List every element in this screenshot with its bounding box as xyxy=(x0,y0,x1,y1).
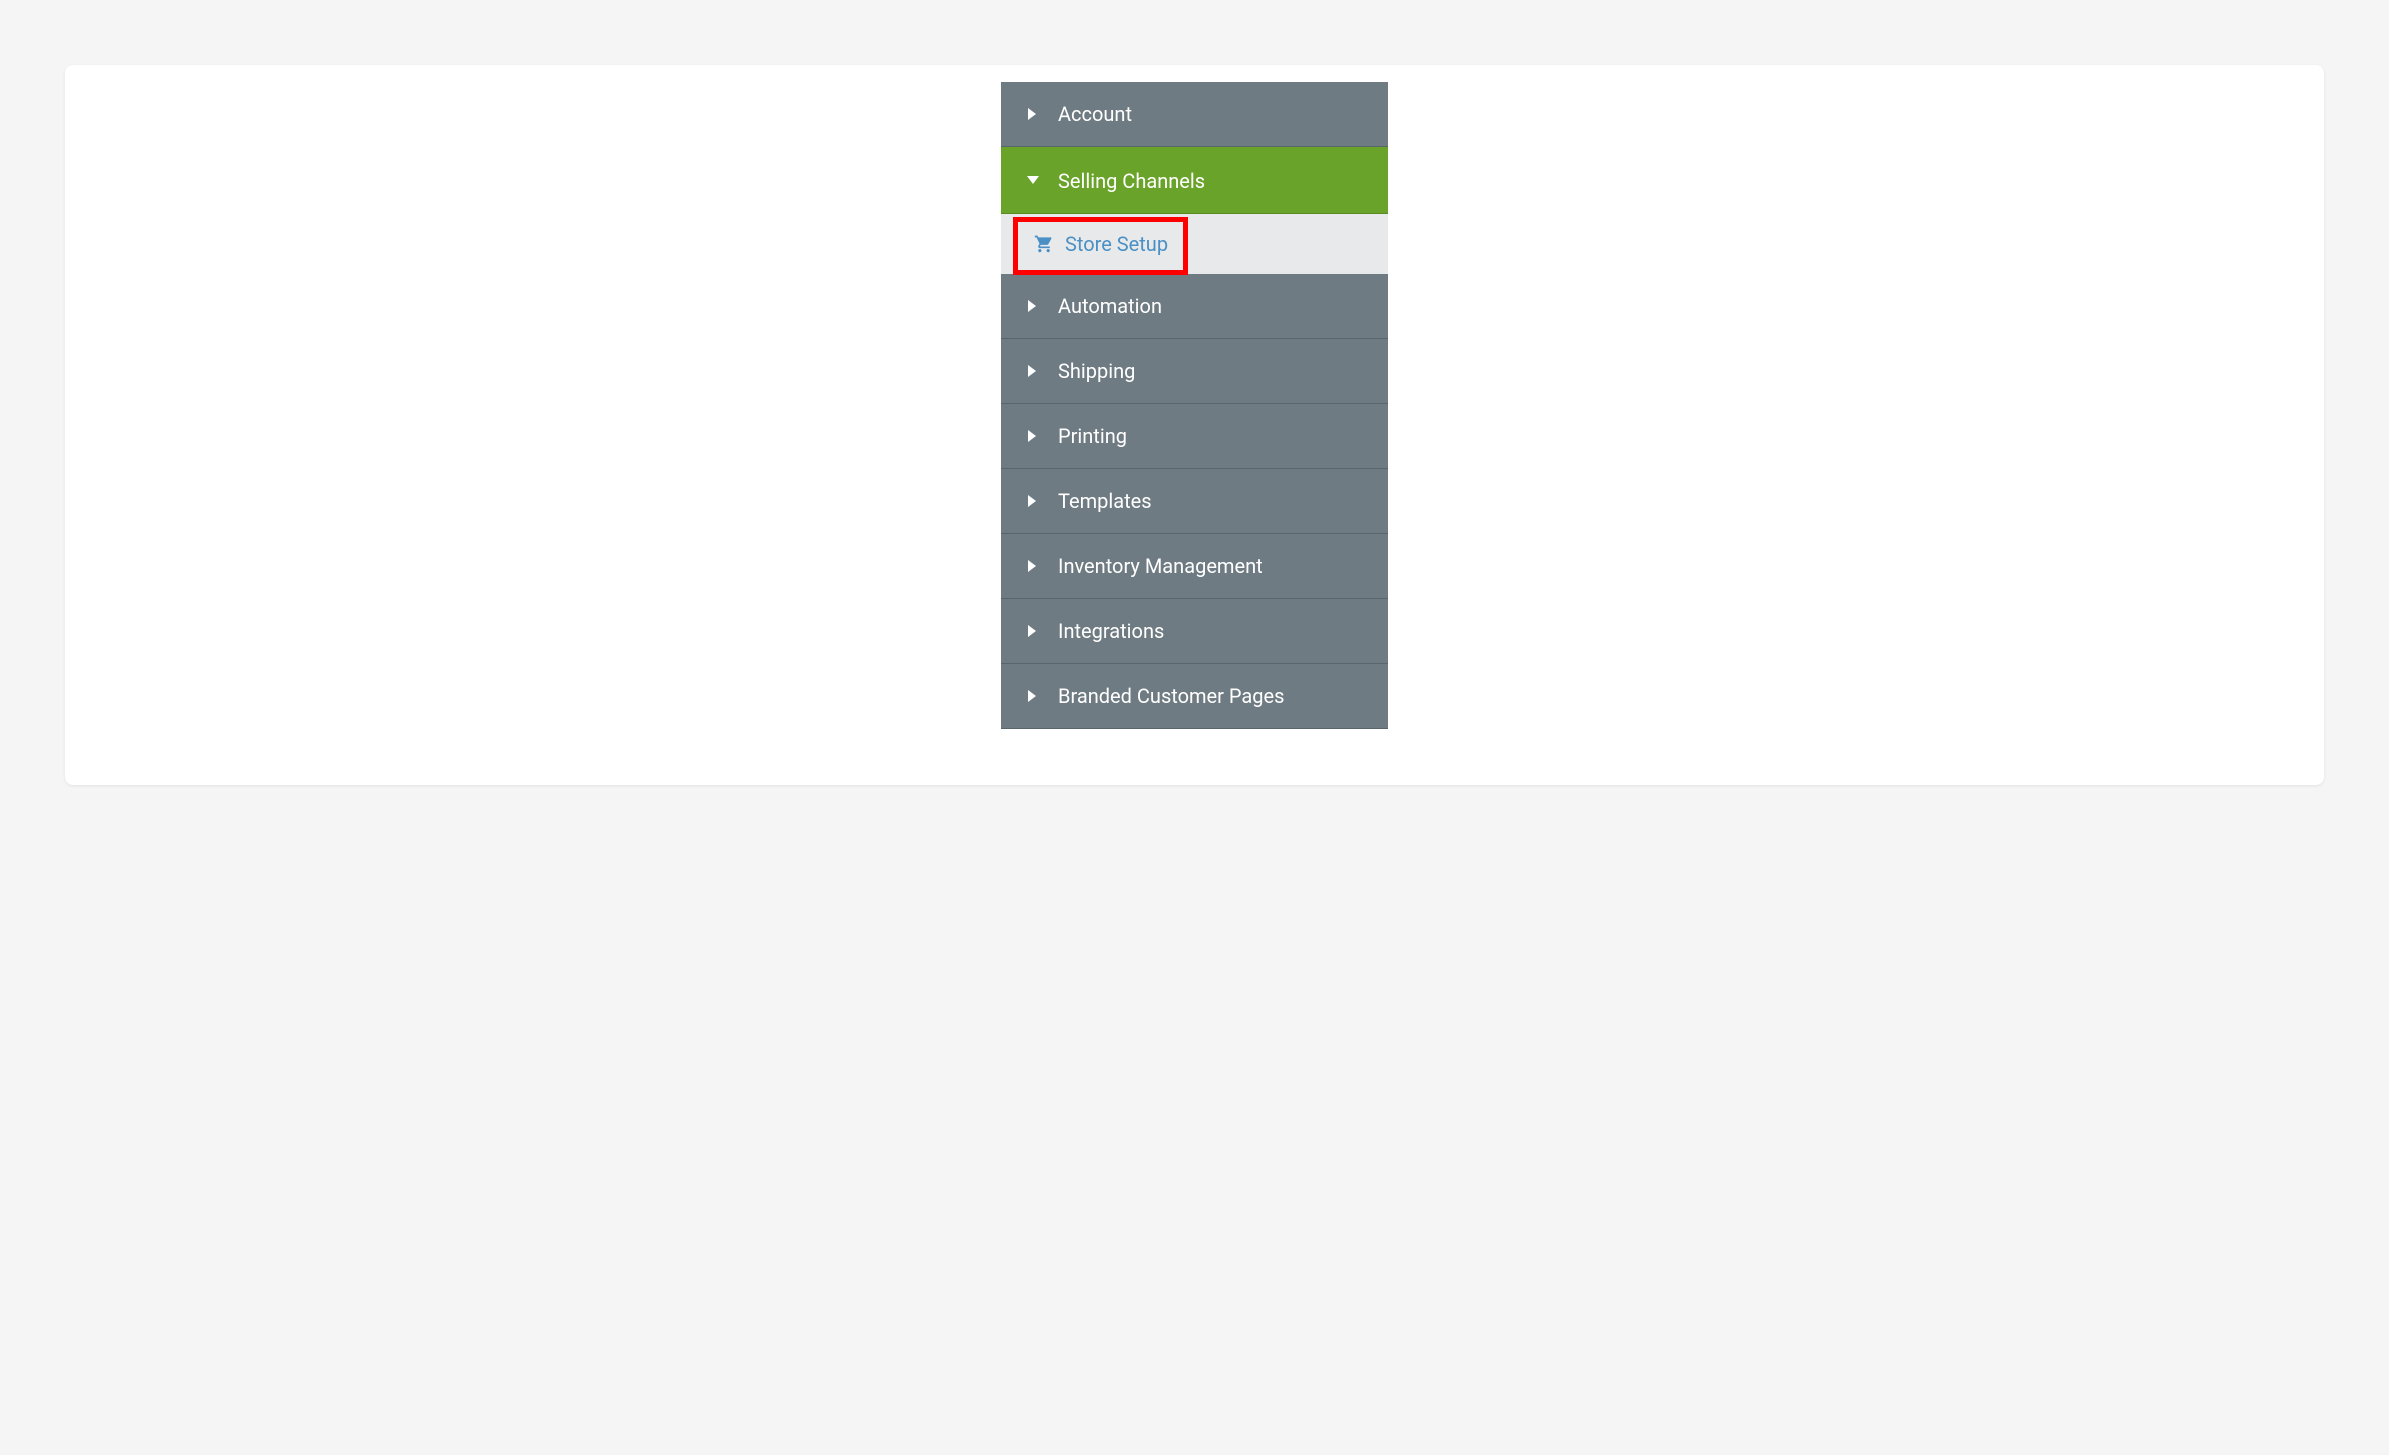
sidebar-item-templates[interactable]: Templates xyxy=(1001,469,1388,534)
sidebar-item-label: Branded Customer Pages xyxy=(1058,684,1284,708)
chevron-down-icon xyxy=(1026,174,1040,188)
chevron-right-icon xyxy=(1026,107,1040,121)
sidebar-item-label: Shipping xyxy=(1058,359,1135,383)
chevron-right-icon xyxy=(1026,494,1040,508)
sidebar-item-account[interactable]: Account xyxy=(1001,82,1388,147)
sidebar-item-label: Printing xyxy=(1058,424,1127,448)
sidebar-item-label: Inventory Management xyxy=(1058,554,1263,578)
sidebar-item-label: Integrations xyxy=(1058,619,1164,643)
sidebar-subitem-store-setup[interactable]: Store Setup xyxy=(1001,214,1388,274)
sidebar-subitem-label: Store Setup xyxy=(1065,232,1168,256)
sidebar-item-label: Account xyxy=(1058,102,1132,126)
sidebar-item-inventory-management[interactable]: Inventory Management xyxy=(1001,534,1388,599)
chevron-right-icon xyxy=(1026,624,1040,638)
cart-icon xyxy=(1033,234,1055,254)
sidebar-item-shipping[interactable]: Shipping xyxy=(1001,339,1388,404)
chevron-right-icon xyxy=(1026,559,1040,573)
card-container: Account Selling Channels Store Setup Aut… xyxy=(65,65,2324,785)
sidebar-item-label: Templates xyxy=(1058,489,1152,513)
chevron-right-icon xyxy=(1026,429,1040,443)
chevron-right-icon xyxy=(1026,299,1040,313)
sidebar: Account Selling Channels Store Setup Aut… xyxy=(1001,82,1388,729)
sidebar-item-label: Selling Channels xyxy=(1058,169,1205,193)
chevron-right-icon xyxy=(1026,364,1040,378)
sidebar-item-label: Automation xyxy=(1058,294,1162,318)
sidebar-item-automation[interactable]: Automation xyxy=(1001,274,1388,339)
sidebar-item-branded-customer-pages[interactable]: Branded Customer Pages xyxy=(1001,664,1388,729)
sidebar-item-printing[interactable]: Printing xyxy=(1001,404,1388,469)
sidebar-item-integrations[interactable]: Integrations xyxy=(1001,599,1388,664)
sidebar-item-selling-channels[interactable]: Selling Channels xyxy=(1001,147,1388,214)
chevron-right-icon xyxy=(1026,689,1040,703)
